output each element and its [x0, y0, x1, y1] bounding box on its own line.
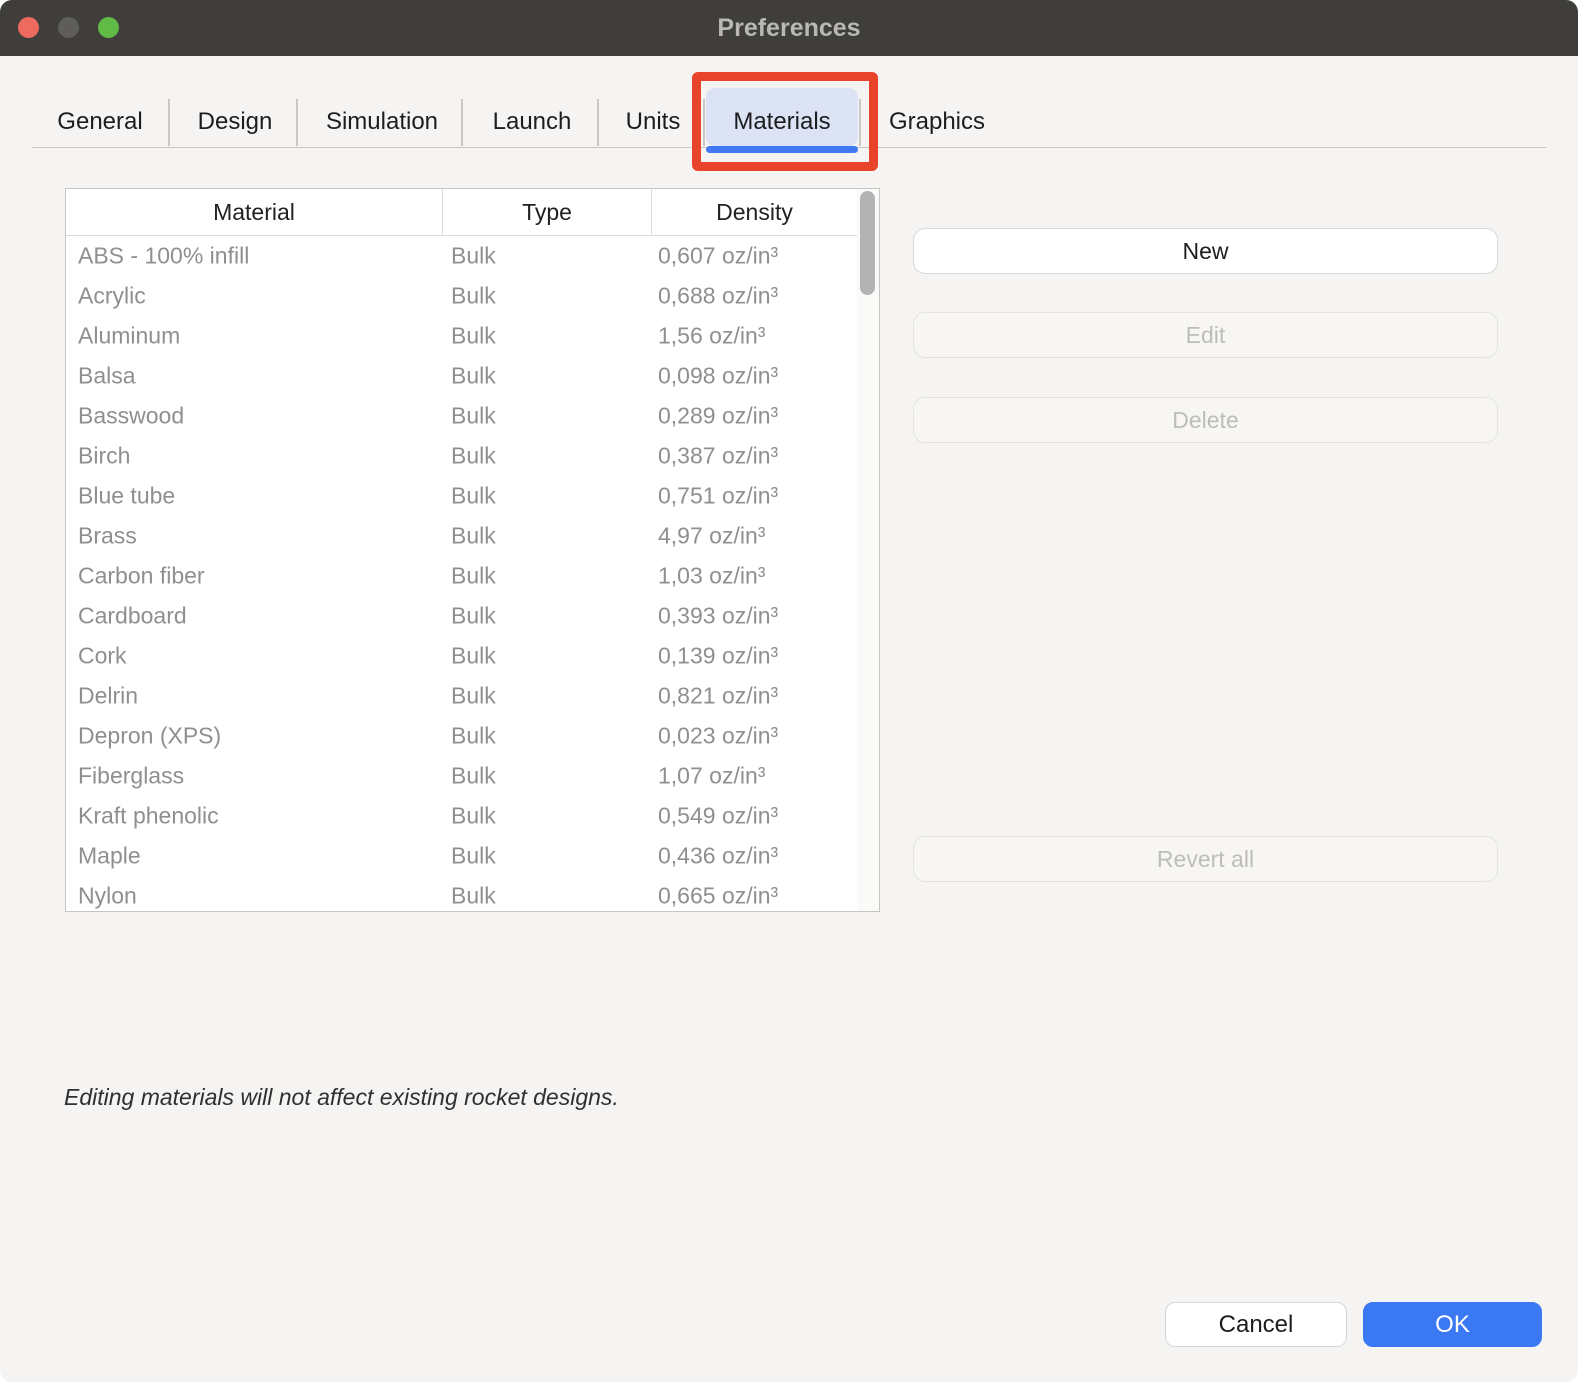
cell-material: Cardboard [78, 603, 187, 630]
table-row[interactable]: Kraft phenolic Bulk 0,549 oz/in³ [66, 796, 858, 836]
cell-material: Carbon fiber [78, 563, 205, 590]
cell-type: Bulk [451, 403, 496, 430]
edit-button[interactable]: Edit [913, 312, 1498, 358]
revert-all-button[interactable]: Revert all [913, 836, 1498, 882]
tab-general[interactable]: General [57, 108, 142, 136]
cancel-button[interactable]: Cancel [1165, 1302, 1347, 1347]
cell-density: 1,03 oz/in³ [658, 563, 765, 590]
cell-type: Bulk [451, 523, 496, 550]
cell-material: Aluminum [78, 323, 180, 350]
cell-density: 0,751 oz/in³ [658, 483, 778, 510]
table-row[interactable]: Cork Bulk 0,139 oz/in³ [66, 636, 858, 676]
cell-density: 0,436 oz/in³ [658, 843, 778, 870]
cell-material: Blue tube [78, 483, 175, 510]
cell-material: Maple [78, 843, 141, 870]
cell-density: 0,665 oz/in³ [658, 883, 778, 910]
column-header-type[interactable]: Type [443, 189, 652, 235]
table-row[interactable]: Balsa Bulk 0,098 oz/in³ [66, 356, 858, 396]
table-row[interactable]: Aluminum Bulk 1,56 oz/in³ [66, 316, 858, 356]
cell-material: Kraft phenolic [78, 803, 219, 830]
cell-density: 0,607 oz/in³ [658, 243, 778, 270]
table-row[interactable]: Carbon fiber Bulk 1,03 oz/in³ [66, 556, 858, 596]
tab-simulation[interactable]: Simulation [326, 108, 438, 136]
delete-button[interactable]: Delete [913, 397, 1498, 443]
annotation-box [692, 72, 878, 171]
cell-density: 0,289 oz/in³ [658, 403, 778, 430]
cell-type: Bulk [451, 483, 496, 510]
tab-separator [597, 99, 599, 146]
cell-density: 0,023 oz/in³ [658, 723, 778, 750]
table-row[interactable]: Nylon Bulk 0,665 oz/in³ [66, 876, 858, 912]
new-button[interactable]: New [913, 228, 1498, 274]
cell-type: Bulk [451, 603, 496, 630]
tab-design[interactable]: Design [198, 108, 273, 136]
cell-density: 0,139 oz/in³ [658, 643, 778, 670]
cell-material: Brass [78, 523, 137, 550]
cell-material: Nylon [78, 883, 137, 910]
materials-note: Editing materials will not affect existi… [64, 1084, 619, 1111]
titlebar: Preferences [0, 0, 1578, 56]
tab-separator [461, 99, 463, 146]
cell-type: Bulk [451, 883, 496, 910]
cell-type: Bulk [451, 443, 496, 470]
cell-type: Bulk [451, 803, 496, 830]
cell-material: Balsa [78, 363, 136, 390]
cell-density: 0,098 oz/in³ [658, 363, 778, 390]
table-row[interactable]: Brass Bulk 4,97 oz/in³ [66, 516, 858, 556]
cell-material: Cork [78, 643, 127, 670]
table-row[interactable]: Maple Bulk 0,436 oz/in³ [66, 836, 858, 876]
table-row[interactable]: Delrin Bulk 0,821 oz/in³ [66, 676, 858, 716]
cell-density: 0,387 oz/in³ [658, 443, 778, 470]
cell-type: Bulk [451, 643, 496, 670]
cell-type: Bulk [451, 243, 496, 270]
table-body: ABS - 100% infill Bulk 0,607 oz/in³ Acry… [66, 236, 858, 912]
scrollbar-track[interactable] [857, 189, 879, 911]
column-header-material[interactable]: Material [66, 189, 443, 235]
cell-type: Bulk [451, 563, 496, 590]
cell-density: 4,97 oz/in³ [658, 523, 765, 550]
cell-density: 0,549 oz/in³ [658, 803, 778, 830]
cell-material: Depron (XPS) [78, 723, 221, 750]
cell-density: 0,393 oz/in³ [658, 603, 778, 630]
table-row[interactable]: Blue tube Bulk 0,751 oz/in³ [66, 476, 858, 516]
table-row[interactable]: Cardboard Bulk 0,393 oz/in³ [66, 596, 858, 636]
tab-separator [168, 99, 170, 146]
cell-density: 0,821 oz/in³ [658, 683, 778, 710]
cell-density: 1,07 oz/in³ [658, 763, 765, 790]
cell-material: Delrin [78, 683, 138, 710]
cell-material: Basswood [78, 403, 184, 430]
materials-table: Material Type Density ABS - 100% infill … [65, 188, 880, 912]
table-row[interactable]: Basswood Bulk 0,289 oz/in³ [66, 396, 858, 436]
cell-type: Bulk [451, 363, 496, 390]
cell-type: Bulk [451, 323, 496, 350]
cell-type: Bulk [451, 683, 496, 710]
scrollbar-thumb[interactable] [860, 191, 875, 295]
tab-launch[interactable]: Launch [493, 108, 572, 136]
table-header: Material Type Density [66, 189, 879, 236]
preferences-window: Preferences General Design Simulation La… [0, 0, 1578, 1382]
cell-type: Bulk [451, 763, 496, 790]
table-row[interactable]: Birch Bulk 0,387 oz/in³ [66, 436, 858, 476]
table-row[interactable]: Depron (XPS) Bulk 0,023 oz/in³ [66, 716, 858, 756]
ok-button[interactable]: OK [1363, 1302, 1542, 1347]
cell-material: Fiberglass [78, 763, 184, 790]
window-title: Preferences [0, 0, 1578, 56]
tab-graphics[interactable]: Graphics [889, 108, 985, 136]
cell-density: 0,688 oz/in³ [658, 283, 778, 310]
tab-units[interactable]: Units [626, 108, 681, 136]
cell-type: Bulk [451, 723, 496, 750]
cell-type: Bulk [451, 843, 496, 870]
cell-material: ABS - 100% infill [78, 243, 249, 270]
table-row[interactable]: Fiberglass Bulk 1,07 oz/in³ [66, 756, 858, 796]
table-row[interactable]: Acrylic Bulk 0,688 oz/in³ [66, 276, 858, 316]
cell-material: Birch [78, 443, 130, 470]
table-row[interactable]: ABS - 100% infill Bulk 0,607 oz/in³ [66, 236, 858, 276]
cell-density: 1,56 oz/in³ [658, 323, 765, 350]
cell-material: Acrylic [78, 283, 146, 310]
cell-type: Bulk [451, 283, 496, 310]
column-header-density[interactable]: Density [652, 189, 857, 235]
tab-separator [296, 99, 298, 146]
